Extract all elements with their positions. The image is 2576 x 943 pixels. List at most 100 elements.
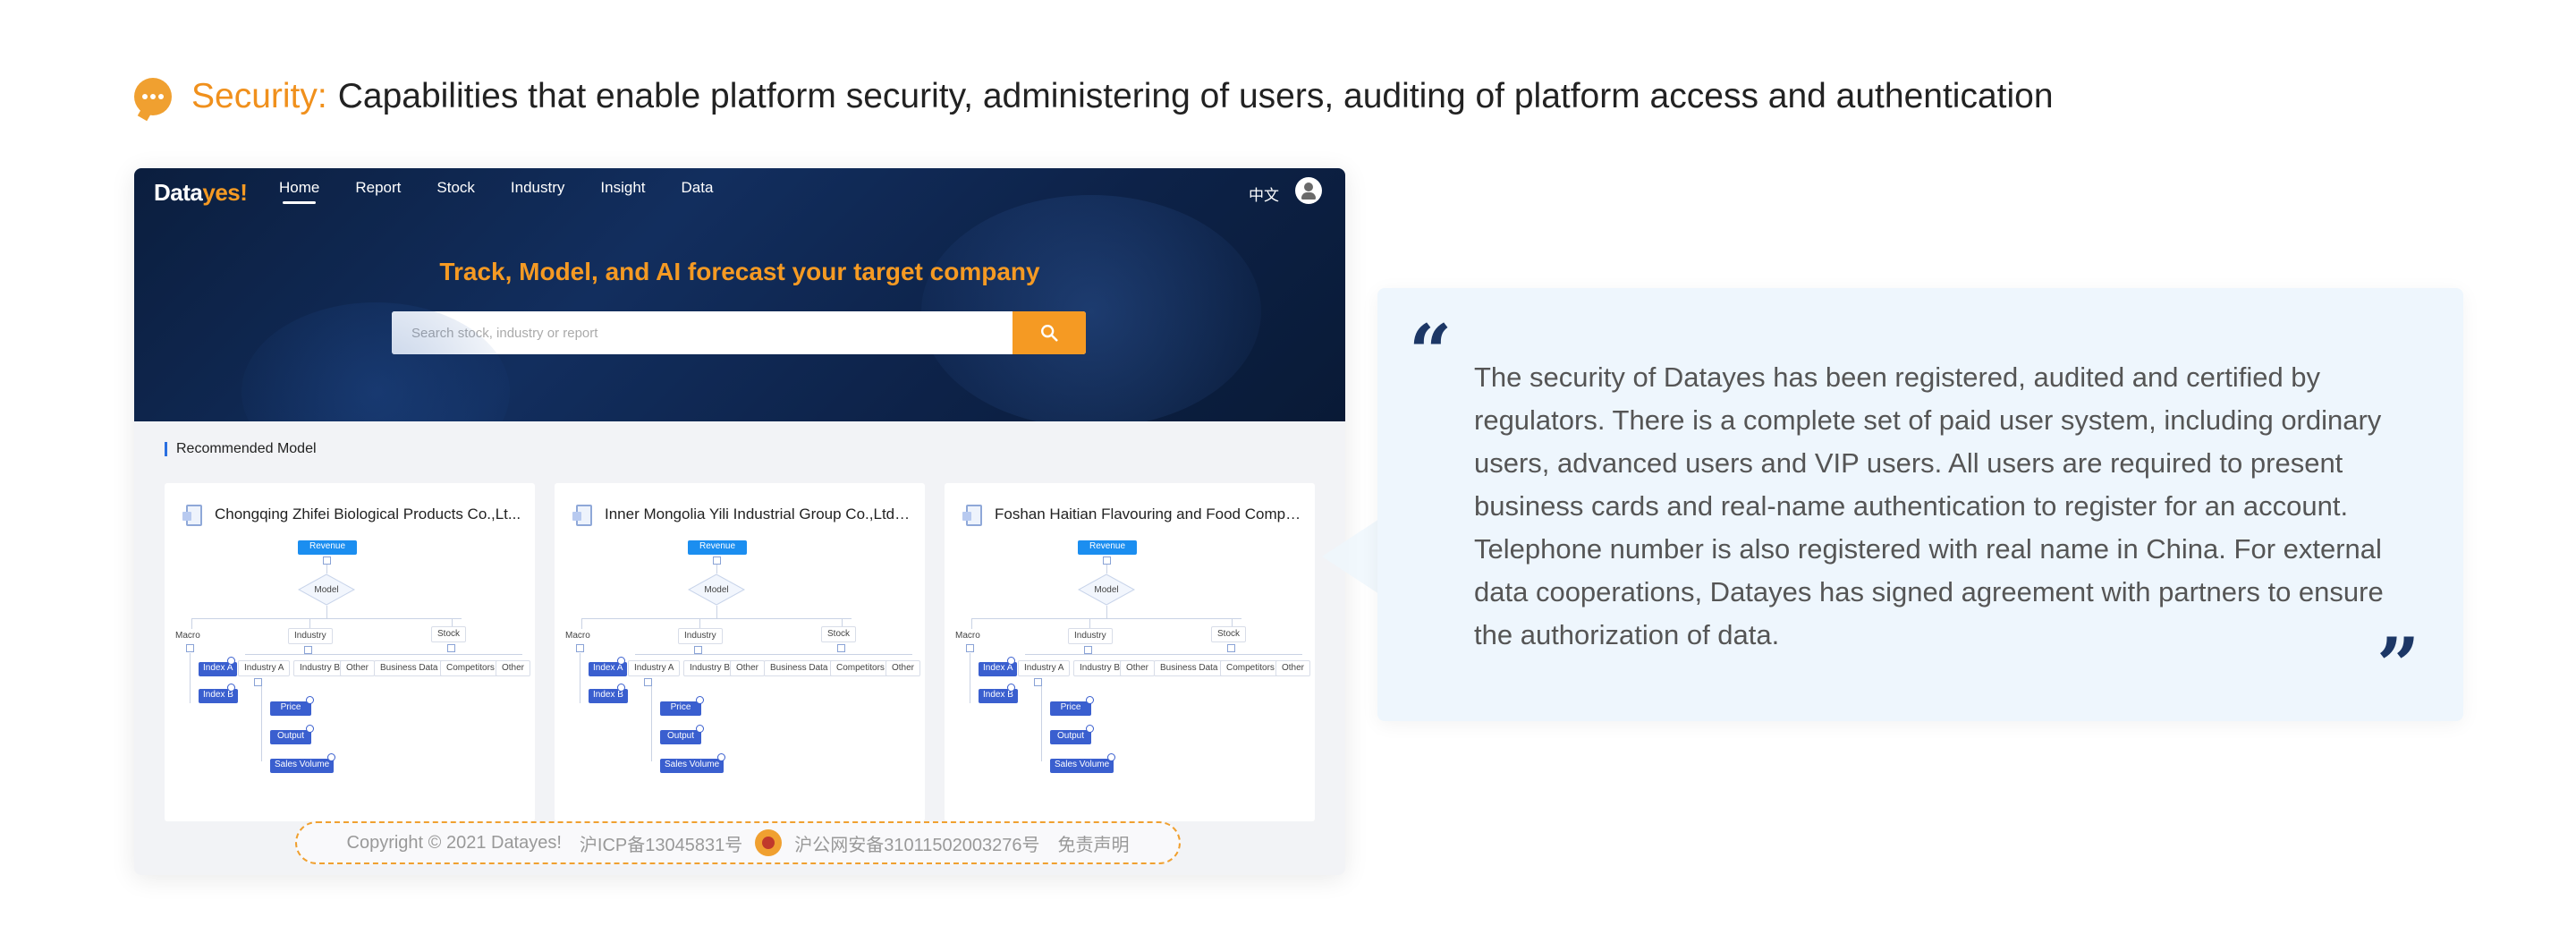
collapse-icon [1084,646,1092,654]
tree-node-price: Price [270,701,311,716]
collapse-icon [1034,678,1042,686]
hero-title: Track, Model, and AI forecast your targe… [439,258,1040,285]
node-dot-icon [327,753,335,761]
section-heading: Security: Capabilities that enable platf… [134,72,2054,122]
collapse-icon [323,556,331,565]
tree-node-stock: Stock [431,626,467,642]
node-dot-icon [227,657,235,665]
tree-node-industry-b: Industry B [683,660,737,676]
language-switch[interactable]: 中文 [1249,183,1279,205]
document-icon [572,505,594,526]
quote-box: “ The security of Datayes has been regis… [1377,288,2463,721]
node-dot-icon [306,696,314,704]
close-quote-icon: ” [2377,621,2420,709]
card-header: Inner Mongolia Yili Industrial Group Co.… [572,505,912,526]
disclaimer-link[interactable]: 免责声明 [1058,830,1130,856]
tree-line [716,565,717,573]
node-dot-icon [227,684,235,692]
tree-node-price: Price [660,701,701,716]
search-bar [392,311,1086,354]
tree-node-output: Output [270,730,311,744]
node-dot-icon [1086,725,1094,733]
card-header: Foshan Haitian Flavouring and Food Compa… [962,505,1302,526]
tree-node-industry: Industry [1068,628,1113,644]
model-tree: Revenue Model Macro Industry Stock Index… [555,540,925,821]
nav-insight[interactable]: Insight [600,179,645,204]
node-dot-icon [696,696,704,704]
svg-text:Model: Model [314,585,338,595]
tree-node-revenue: Revenue [1078,540,1137,555]
tree-line [326,565,327,573]
tree-node-revenue: Revenue [688,540,747,555]
node-dot-icon [617,657,625,665]
model-card[interactable]: Inner Mongolia Yili Industrial Group Co.… [555,483,925,821]
tree-node-other-2: Other [1275,660,1311,676]
tree-node-output: Output [660,730,701,744]
tree-node-output: Output [1050,730,1091,744]
tree-line [635,654,912,655]
user-avatar-icon[interactable] [1295,177,1322,204]
tree-node-sales-volume: Sales Volume [1050,759,1114,773]
card-title: Inner Mongolia Yili Industrial Group Co.… [605,505,912,522]
tree-line [971,618,1241,619]
nav-report[interactable]: Report [355,179,401,204]
document-icon [182,505,204,526]
tree-node-model: Model [687,573,746,606]
model-card[interactable]: Foshan Haitian Flavouring and Food Compa… [945,483,1315,821]
chat-bubble-icon [134,78,172,115]
tree-line [191,618,192,629]
tree-node-stock: Stock [1211,626,1247,642]
footer-bar: Copyright © 2021 Datayes! 沪ICP备13045831号… [295,821,1181,864]
svg-text:Model: Model [704,585,728,595]
tree-node-stock: Stock [821,626,857,642]
tree-line [190,653,191,703]
recommended-model-label: Recommended Model [165,442,317,456]
open-quote-icon: “ [1409,308,1453,396]
tree-node-other-2: Other [886,660,921,676]
datayes-logo[interactable]: Datayes! [154,179,248,207]
search-input[interactable] [392,311,1013,354]
tree-node-other: Other [340,660,376,676]
tree-node-model: Model [1077,573,1136,606]
collapse-icon [694,646,702,654]
collapse-icon [576,644,584,652]
tree-line [581,618,852,619]
tree-node-industry-a: Industry A [628,660,681,676]
search-button[interactable] [1013,311,1086,354]
node-dot-icon [1007,684,1015,692]
tree-line [971,618,972,629]
tree-node-industry: Industry [288,628,333,644]
tree-node-competitors: Competitors [830,660,891,676]
tree-node-model: Model [297,573,356,606]
tree-node-industry-b: Industry B [293,660,347,676]
node-dot-icon [717,753,725,761]
collapse-icon [447,644,455,652]
tree-line [261,686,262,761]
tree-line [1106,565,1107,573]
hero-banner: Datayes! Home Report Stock Industry Insi… [134,168,1345,421]
collapse-icon [713,556,721,565]
node-dot-icon [1086,696,1094,704]
tree-line [1025,654,1302,655]
police-record-link[interactable]: 沪公网安备31011502003276号 [794,830,1039,856]
quote-text: The security of Datayes has been registe… [1474,361,2384,650]
collapse-icon [1227,644,1235,652]
tree-node-competitors: Competitors [440,660,501,676]
nav-industry[interactable]: Industry [511,179,564,204]
card-title: Foshan Haitian Flavouring and Food Compa… [995,505,1302,522]
tree-node-price: Price [1050,701,1091,716]
collapse-icon [186,644,194,652]
collapse-icon [644,678,652,686]
model-card[interactable]: Chongqing Zhifei Biological Products Co.… [165,483,535,821]
icp-link[interactable]: 沪ICP备13045831号 [580,830,742,856]
document-icon [962,505,984,526]
tree-line [1041,686,1042,761]
nav-data[interactable]: Data [682,179,714,204]
tree-node-competitors: Competitors [1220,660,1281,676]
datayes-app-screenshot: Datayes! Home Report Stock Industry Insi… [134,168,1345,875]
nav-stock[interactable]: Stock [436,179,475,204]
nav-home[interactable]: Home [279,179,319,204]
model-tree: Revenue Model Macro Industry Stock Index… [165,540,535,821]
collapse-icon [966,644,974,652]
search-icon [1041,325,1058,342]
